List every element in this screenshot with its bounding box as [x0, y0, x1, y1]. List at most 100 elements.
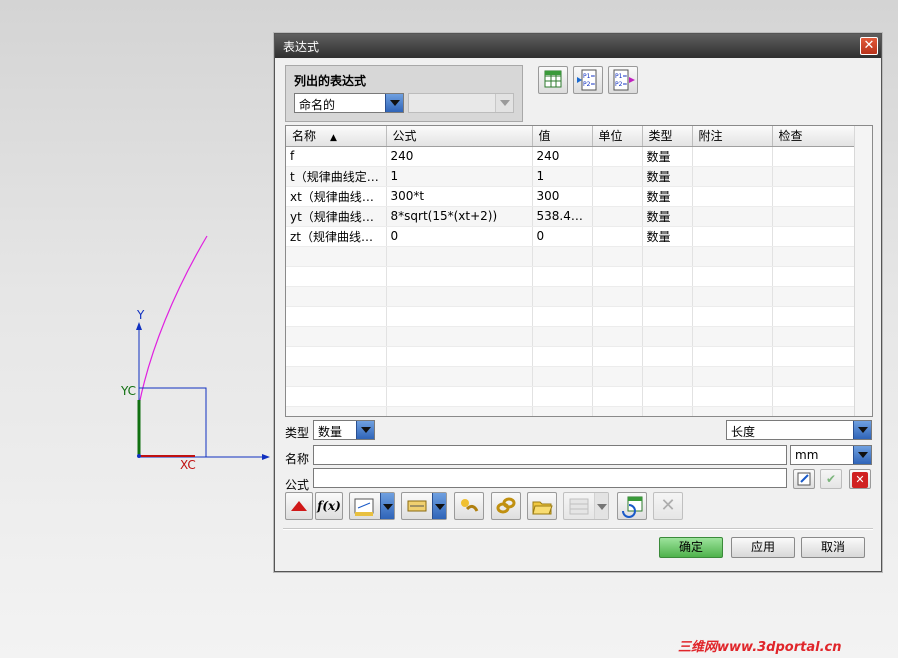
cell-type: 数量: [642, 206, 693, 227]
edit-formula-button[interactable]: [793, 469, 815, 489]
cell-note: [692, 166, 773, 187]
expressions-dialog: 表达式 ✕ 列出的表达式 命名的 P1= P2= P1= P2= 名称 ▲ 公式…: [274, 33, 882, 572]
folder-open-icon: [532, 501, 553, 515]
type-value: 数量: [318, 425, 343, 439]
cell-name: zt（规律曲线定…: [286, 226, 387, 247]
delete-expression-button: ✕: [653, 492, 683, 520]
y-axis-arrow: [136, 322, 142, 330]
cell-unit: [592, 146, 643, 167]
column-header-unit[interactable]: 单位: [592, 126, 643, 147]
yc-axis-label: YC: [121, 384, 137, 398]
cell-type: 数量: [642, 186, 693, 207]
refresh-from-spreadsheet-button[interactable]: [617, 492, 647, 520]
column-header-formula[interactable]: 公式: [386, 126, 533, 147]
red-triangle-icon: [291, 501, 307, 511]
secondary-filter-select: [408, 93, 514, 113]
chevron-down-icon[interactable]: [380, 493, 394, 519]
create-interpart-reference-button[interactable]: [454, 492, 484, 520]
cell-value: 300: [532, 186, 593, 207]
formula-input[interactable]: [313, 468, 787, 488]
sketch-rectangle: [138, 387, 207, 458]
chevron-down-icon[interactable]: [385, 94, 403, 112]
cell-formula: 240: [386, 146, 533, 167]
function-fx-icon: f(x): [317, 499, 341, 513]
chevron-down-icon[interactable]: [853, 421, 871, 439]
insert-function-button[interactable]: f(x): [315, 492, 343, 520]
spreadsheet-icon: [544, 70, 562, 88]
cell-check: [772, 186, 857, 207]
export-expressions-button[interactable]: P1= P2=: [573, 66, 603, 94]
empty-row: [286, 246, 857, 267]
unit-select[interactable]: mm: [790, 445, 872, 465]
cell-check: [772, 206, 857, 227]
name-input[interactable]: [313, 445, 787, 465]
empty-row: [286, 286, 857, 307]
law-curve: [138, 235, 208, 406]
measure-distance-button[interactable]: [349, 492, 395, 520]
accept-formula-button[interactable]: ✔: [820, 469, 842, 489]
dialog-titlebar[interactable]: 表达式 ✕: [275, 34, 881, 58]
ok-button[interactable]: 确定: [659, 537, 723, 558]
empty-row: [286, 326, 857, 347]
y-axis-label: Y: [137, 308, 145, 322]
cell-type: 数量: [642, 146, 693, 167]
spreadsheet-edit-button[interactable]: [538, 66, 568, 94]
column-header-name[interactable]: 名称 ▲: [286, 126, 387, 147]
cell-name: xt（规律曲线定…: [286, 186, 387, 207]
measure-ruler-icon: [354, 498, 374, 516]
dialog-title: 表达式: [283, 40, 320, 54]
import-p1p2-icon: P1= P2=: [613, 69, 635, 91]
cell-type: 数量: [642, 226, 693, 247]
dimension-select[interactable]: 长度: [726, 420, 872, 440]
cell-note: [692, 186, 773, 207]
table-row[interactable]: t（规律曲线定… 1 1 数量: [286, 166, 857, 187]
cell-check: [772, 146, 857, 167]
column-header-note[interactable]: 附注: [692, 126, 773, 147]
open-part-button[interactable]: [527, 492, 557, 520]
delete-x-icon: ✕: [660, 495, 676, 516]
cell-name: f: [286, 146, 387, 167]
cell-value: 1: [532, 166, 593, 187]
unit-value: mm: [795, 448, 819, 462]
svg-text:P2=: P2=: [615, 81, 627, 88]
cell-check: [772, 226, 857, 247]
cancel-button[interactable]: 取消: [801, 537, 865, 558]
expressions-table[interactable]: 名称 ▲ 公式 值 单位 类型 附注 检查 f 240 240 数量 t（规律曲…: [285, 125, 873, 417]
cell-unit: [592, 186, 643, 207]
edit-reference-button[interactable]: [491, 492, 521, 520]
cell-unit: [592, 166, 643, 187]
cell-value: 538.44…: [532, 206, 593, 227]
import-expressions-button[interactable]: P1= P2=: [608, 66, 638, 94]
xc-axis-label: XC: [180, 458, 196, 472]
check-icon: ✔: [825, 472, 837, 486]
empty-row: [286, 266, 857, 287]
column-header-check[interactable]: 检查: [772, 126, 857, 147]
close-button[interactable]: ✕: [860, 37, 878, 55]
chevron-down-icon[interactable]: [853, 446, 871, 464]
table-row[interactable]: zt（规律曲线定… 0 0 数量: [286, 226, 857, 247]
chevron-down-icon[interactable]: [356, 421, 374, 439]
cell-formula: 0: [386, 226, 533, 247]
formula-label: 公式: [285, 478, 310, 492]
origin-point: [137, 454, 141, 458]
function-up-button[interactable]: [285, 492, 313, 520]
cell-note: [692, 206, 773, 227]
table-row[interactable]: f 240 240 数量: [286, 146, 857, 167]
svg-text:P2=: P2=: [583, 81, 595, 88]
cross-icon: ✕: [852, 472, 868, 488]
query-dimension-button[interactable]: [401, 492, 447, 520]
column-header-type[interactable]: 类型: [642, 126, 693, 147]
column-header-value[interactable]: 值: [532, 126, 593, 147]
close-icon: ✕: [863, 38, 875, 53]
empty-row: [286, 366, 857, 387]
type-select[interactable]: 数量: [313, 420, 375, 440]
table-row[interactable]: xt（规律曲线定… 300*t 300 数量: [286, 186, 857, 207]
dimension-value: 长度: [731, 425, 756, 439]
reject-formula-button[interactable]: ✕: [849, 469, 871, 489]
apply-button[interactable]: 应用: [731, 537, 795, 558]
watermark-text: 三维网www.3dportal.cn: [678, 640, 842, 655]
table-row[interactable]: yt（规律曲线定… 8*sqrt(15*(xt+2)) 538.44… 数量: [286, 206, 857, 227]
cell-value: 0: [532, 226, 593, 247]
listed-filter-select[interactable]: 命名的: [294, 93, 404, 113]
chevron-down-icon[interactable]: [432, 493, 446, 519]
